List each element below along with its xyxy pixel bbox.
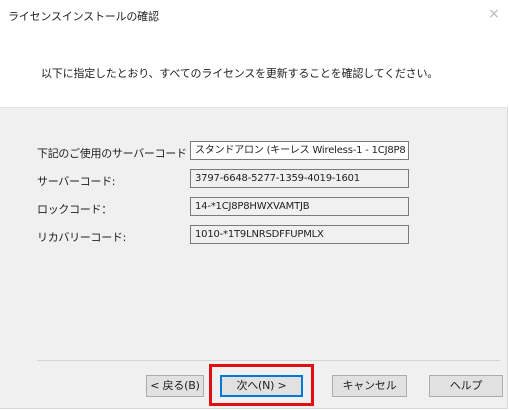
instruction-text: 以下に指定したとおり、すべてのライセンスを更新することを確認してください。 [41, 67, 439, 80]
title-bar: ライセンスインストールの確認 × [0, 0, 508, 29]
cancel-button[interactable]: キャンセル [332, 375, 407, 397]
server-code-usage-label: 下記のご使用のサーバーコード [37, 147, 187, 160]
lock-code-label: ロックコード： [37, 203, 112, 216]
next-button-highlight [209, 364, 314, 406]
server-code-field[interactable]: 3797-6648-5277-1359-4019-1601 [190, 169, 409, 188]
help-button[interactable]: ヘルプ [429, 375, 503, 397]
server-code-usage-field[interactable]: スタンドアロン (キーレス Wireless-1 - 1CJ8P8 [190, 141, 409, 160]
button-separator [37, 360, 500, 361]
recovery-code-label: リカバリーコード: [37, 231, 127, 244]
recovery-code-field[interactable]: 1010-*1T9LNRSDFFUPMLX [190, 225, 409, 244]
back-button[interactable]: < 戻る(B) [146, 375, 204, 397]
dialog-title: ライセンスインストールの確認 [8, 10, 159, 23]
license-install-confirm-dialog: ライセンスインストールの確認 × 以下に指定したとおり、すべてのライセンスを更新… [0, 0, 508, 409]
server-code-label: サーバーコード: [37, 175, 116, 188]
lock-code-field[interactable]: 14-*1CJ8P8HWXVAMTJB [190, 197, 409, 216]
close-icon[interactable]: × [486, 6, 502, 22]
